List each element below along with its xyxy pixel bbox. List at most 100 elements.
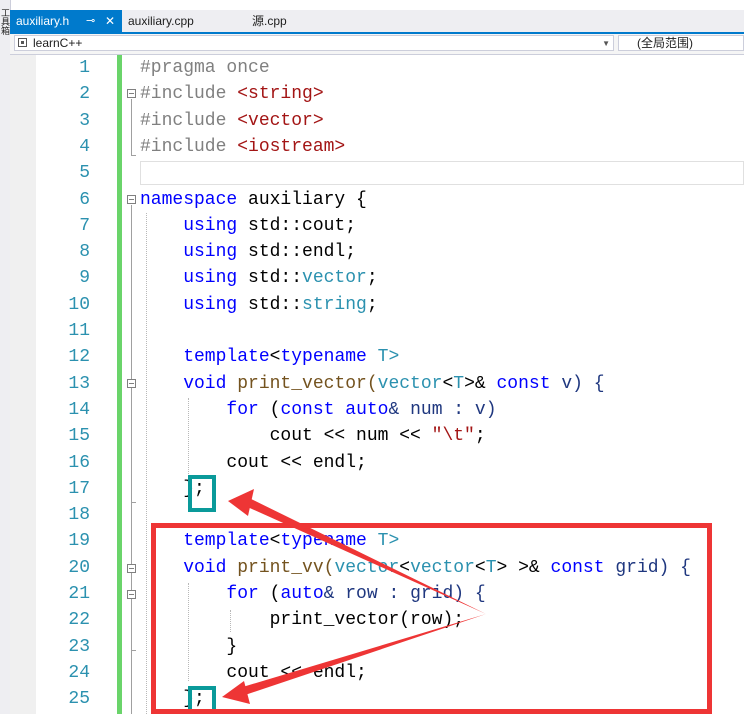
arrowhead [228,489,254,516]
tab-label: auxiliary.cpp [128,14,194,28]
code-line: using std::vector; [140,265,378,291]
code-line: for (const auto& num : v) [140,397,496,423]
change-tracking-bar [117,55,122,714]
fold-guide-end [131,502,136,503]
line-number-gutter: 1 2 3 4 5 6 7 8 9 10 11 12 13 14 15 16 17 18 19 20 21 22 23 24 2… [36,55,116,714]
code-line: #include <iostream> [140,134,345,160]
code-token: auto [345,399,389,420]
line-number: 20 [68,557,90,578]
line-number: 14 [68,399,90,420]
code-token: #include [140,110,238,131]
code-line: #pragma once [140,55,270,81]
document-tab-bar: auxiliary.h ⊸ ✕ auxiliary.cpp 源.cpp [10,10,744,32]
tab-yuan-cpp[interactable]: 源.cpp [246,10,326,32]
code-line: using std::string; [140,292,378,318]
code-token: cout << endl; [140,452,367,473]
code-token: ; [474,426,486,447]
code-line: void print_vector(vector<T>& const v) { [140,371,605,397]
code-token: using [140,268,238,289]
code-token: using [140,215,238,236]
semicolon-highlight-box [188,475,216,512]
line-number: 6 [79,189,90,210]
close-icon[interactable]: ✕ [105,10,115,32]
line-number: 24 [68,662,90,683]
code-token: template [140,347,270,368]
code-token: vector [377,373,443,394]
code-token: auxiliary { [237,189,367,210]
line-number: 17 [68,478,90,499]
code-token: ( [258,399,281,420]
fold-toggle-icon[interactable] [127,195,136,204]
line-number: 13 [68,373,90,394]
line-number: 18 [68,505,90,526]
line-number: 3 [79,110,90,131]
code-token: "\t" [431,426,475,447]
code-token: <vector> [237,110,324,131]
code-token: typename [280,347,367,368]
line-number: 25 [68,689,90,710]
tab-auxiliary-cpp[interactable]: auxiliary.cpp [122,10,242,32]
chevron-down-icon[interactable]: ▼ [602,36,610,51]
code-token: using [140,242,238,263]
scope-dropdown[interactable]: (全局范围) [618,35,744,51]
line-number: 11 [68,321,90,341]
line-number: 15 [68,426,90,447]
fold-toggle-icon[interactable] [127,564,136,573]
code-token: using [140,294,238,315]
code-token: ; [366,294,378,315]
code-token: T> [366,347,400,368]
code-token: #include [140,136,238,157]
code-token: std::cout; [237,215,357,236]
current-line-highlight [140,161,744,185]
tab-label: 源.cpp [252,14,287,28]
fold-guide-end [131,650,136,651]
code-token: string [302,294,367,315]
tab-auxiliary-h[interactable]: auxiliary.h ⊸ ✕ [10,10,122,32]
line-number: 8 [79,242,90,263]
toolbox-label: 工具箱 [0,8,10,35]
line-number: 9 [79,268,90,289]
line-number: 2 [79,84,90,105]
line-number: 22 [68,610,90,631]
code-token: #pragma once [140,58,270,78]
code-line: #include <vector> [140,108,324,134]
code-token: v) { [550,373,605,394]
line-number: 12 [68,347,90,368]
fold-toggle-icon[interactable] [127,379,136,388]
code-token: vector [302,268,367,289]
code-token: < [442,373,454,394]
line-number: 4 [79,136,90,157]
indicator-margin [10,55,36,714]
fold-toggle-icon[interactable] [127,89,136,98]
code-token: const [280,399,335,420]
code-token: print_vector( [226,373,378,394]
code-token: namespace [140,189,238,210]
line-number: 1 [79,58,90,78]
code-line: namespace auxiliary { [140,187,367,213]
line-number: 16 [68,452,90,473]
code-token: <string> [237,84,324,105]
code-token: ; [366,268,378,289]
line-number: 21 [68,584,90,604]
project-icon [18,38,27,47]
code-token: void [140,373,227,394]
fold-guide-end [131,155,136,156]
tab-label: auxiliary.h [16,14,70,28]
project-dropdown[interactable]: learnC++ ▼ [14,35,614,51]
line-number: 5 [79,163,90,184]
pin-icon[interactable]: ⊸ [86,10,95,32]
code-line: cout << endl; [140,450,367,476]
project-name: learnC++ [33,36,83,50]
code-token: std:: [237,268,303,289]
code-line: using std::cout; [140,213,356,239]
code-token: #include [140,84,238,105]
fold-toggle-icon[interactable] [127,590,136,599]
line-number: 19 [68,531,90,552]
code-token: < [269,347,281,368]
scope-name: (全局范围) [637,36,693,50]
code-token: std:: [237,294,303,315]
fold-guide [131,99,132,155]
code-line: using std::endl; [140,239,356,265]
code-token: const [496,373,551,394]
